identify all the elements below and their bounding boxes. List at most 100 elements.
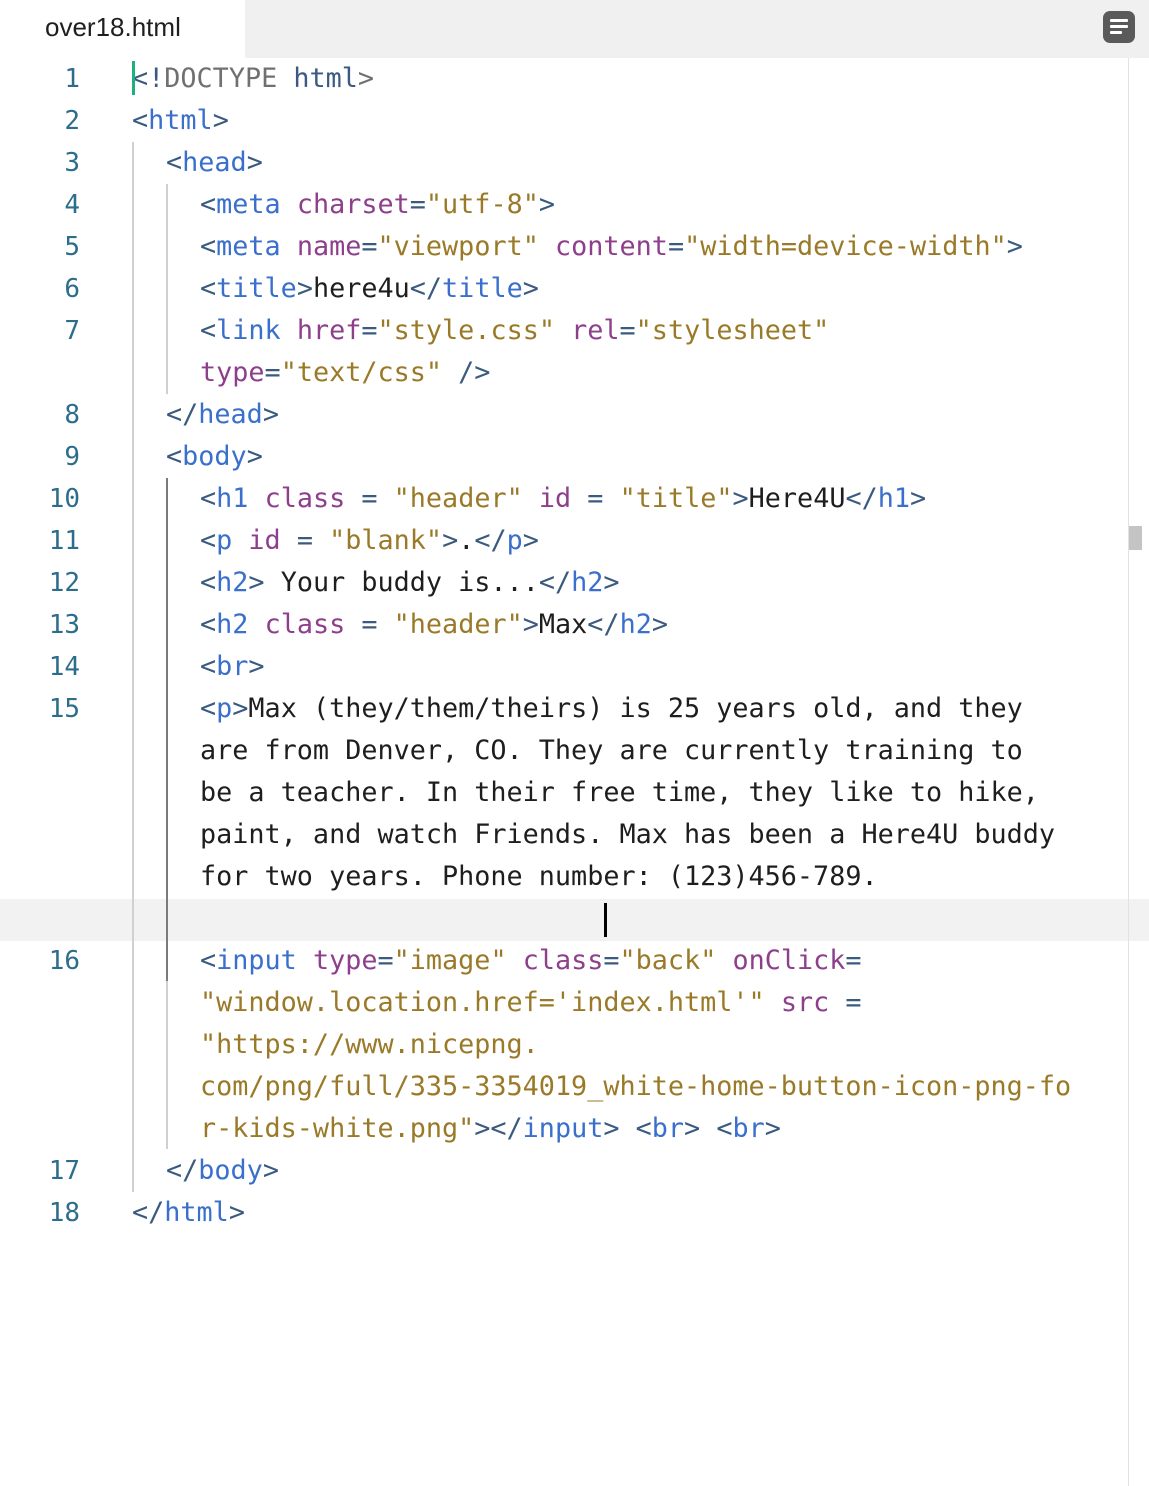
code-token: h2 — [571, 567, 604, 598]
code-line[interactable]: <body> — [166, 436, 263, 478]
code-line[interactable]: com/png/full/335-3354019_white-home-butt… — [200, 1066, 1071, 1108]
code-token: = — [377, 945, 394, 976]
code-token: > — [764, 1113, 781, 1144]
scrollbar-thumb[interactable] — [1129, 526, 1142, 550]
code-token: < — [716, 1113, 733, 1144]
line-number: 15 — [48, 694, 80, 724]
code-token: > — [296, 273, 313, 304]
line-number: 9 — [64, 442, 80, 472]
code-token: = — [296, 525, 313, 556]
code-token: "viewport" — [377, 231, 539, 262]
code-token: <! — [132, 63, 165, 94]
line-number: 3 — [64, 148, 80, 178]
code-line[interactable]: <h2 class = "header">Max</h2> — [200, 604, 668, 646]
code-token: > — [212, 105, 229, 136]
code-token: charset — [296, 189, 410, 220]
code-token: . — [458, 525, 475, 556]
code-token: > — [246, 147, 263, 178]
code-line[interactable]: </body> — [166, 1150, 279, 1192]
code-line[interactable]: paint, and watch Friends. Max has been a… — [200, 814, 1055, 856]
code-token: < — [200, 273, 217, 304]
code-token: DOCTYPE — [164, 63, 278, 94]
code-editor[interactable]: 1 2 3 4 5 6 7 8 9 10 11 12 13 14 15 16 17 18 <!DOCTYPE ht… — [0, 58, 1128, 1486]
code-line[interactable]: <p>Max (they/them/theirs) is 25 years ol… — [200, 688, 1023, 730]
code-token: "header" — [393, 483, 523, 514]
code-line[interactable]: for two years. Phone number: (123)456-78… — [200, 856, 878, 898]
code-token: p — [216, 525, 233, 556]
code-token: r-kids-white.png" — [200, 1113, 475, 1144]
code-token: src — [780, 987, 830, 1018]
tab-filename: over18.html — [45, 12, 181, 42]
code-line[interactable]: <head> — [166, 142, 263, 184]
code-token: > — [538, 189, 555, 220]
line-number: 5 — [64, 232, 80, 262]
code-line[interactable]: "window.location.href='index.html'" src … — [200, 982, 862, 1024]
code-token: "image" — [393, 945, 507, 976]
code-line[interactable]: <meta name="viewport" content="width=dev… — [200, 226, 1023, 268]
code-line[interactable]: <input type="image" class="back" onClick… — [200, 940, 862, 982]
code-line[interactable]: <h2> Your buddy is...</h2> — [200, 562, 620, 604]
file-tab[interactable]: over18.html — [0, 0, 245, 58]
code-line[interactable]: <html> — [132, 100, 229, 142]
code-token: > — [232, 693, 249, 724]
code-line[interactable]: "https://www.nicepng. — [200, 1024, 539, 1066]
code-token: < — [200, 525, 217, 556]
code-token: > — [522, 273, 539, 304]
code-token: id — [248, 525, 281, 556]
code-token: > — [262, 1155, 279, 1186]
code-line[interactable]: <h1 class = "header" id = "title">Here4U… — [200, 478, 926, 520]
code-token: h1 — [216, 483, 249, 514]
code-token: "blank" — [329, 525, 443, 556]
code-token: < — [200, 483, 217, 514]
code-token: be a teacher. In their free time, they l… — [200, 777, 1039, 808]
code-token: h2 — [619, 609, 652, 640]
code-token: = — [619, 315, 636, 346]
code-line[interactable]: r-kids-white.png"></input> <br> <br> — [200, 1108, 781, 1150]
code-token: > — [228, 1197, 245, 1228]
code-token: </ — [166, 1155, 199, 1186]
code-token: "utf-8" — [425, 189, 539, 220]
code-token: rel — [571, 315, 620, 346]
code-token: < — [166, 441, 183, 472]
code-token: paint, and watch Friends. Max has been a… — [200, 819, 1056, 850]
code-line[interactable]: be a teacher. In their free time, they l… — [200, 772, 1039, 814]
code-line[interactable]: type="text/css" /> — [200, 352, 490, 394]
code-line[interactable]: <meta charset="utf-8"> — [200, 184, 555, 226]
code-token: > — [603, 567, 620, 598]
code-token: br — [651, 1113, 685, 1144]
code-line[interactable]: <p id = "blank">.</p> — [200, 520, 539, 562]
code-token: > — [522, 609, 539, 640]
menu-icon[interactable] — [1103, 11, 1135, 43]
code-line[interactable]: </html> — [132, 1192, 245, 1234]
text-cursor — [604, 903, 607, 937]
code-line[interactable]: <title>here4u</title> — [200, 268, 539, 310]
code-line[interactable]: <!DOCTYPE html> — [132, 58, 374, 100]
code-token: < — [200, 693, 217, 724]
indent-guide — [166, 981, 168, 1149]
code-token: < — [200, 189, 217, 220]
code-token: < — [200, 945, 217, 976]
code-line[interactable]: are from Denver, CO. They are currently … — [200, 730, 1023, 772]
code-line[interactable]: <br> — [200, 646, 265, 688]
code-token: = — [409, 189, 426, 220]
code-line[interactable]: </head> — [166, 394, 279, 436]
fold-cursor-marker — [132, 61, 135, 95]
indent-guide — [132, 142, 134, 1192]
code-token: = — [603, 945, 620, 976]
code-line[interactable]: <link href="style.css" rel="stylesheet" — [200, 310, 829, 352]
code-token: br — [216, 651, 249, 682]
code-token: > — [732, 483, 749, 514]
indent-guide-active — [166, 478, 168, 981]
code-token: < — [200, 231, 217, 262]
code-token: body — [182, 441, 247, 472]
code-token: name — [296, 231, 362, 262]
